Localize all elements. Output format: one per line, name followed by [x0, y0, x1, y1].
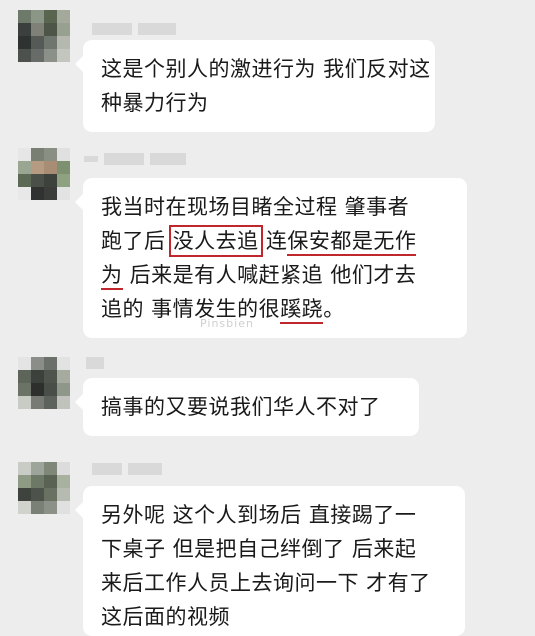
- red-underline: 为: [101, 263, 123, 290]
- message-text-line: 这是个别人的激进行为 我们反对这: [101, 57, 431, 81]
- sender-name-blurred: [84, 152, 186, 166]
- message-text-line: 这后面的视频: [101, 605, 230, 629]
- avatar[interactable]: [18, 462, 70, 514]
- text-fragment: 连: [258, 229, 288, 253]
- red-underline: 保安都是无作: [287, 229, 417, 256]
- message-text-line: 搞事的又要说我们华人不对了: [101, 395, 381, 419]
- message-text-line: 来后工作人员上去询问一下 才有了: [101, 571, 431, 595]
- message-text-line: 下桌子 但是把自己绊倒了 后来起: [101, 537, 417, 561]
- watermark: Pinsbien: [200, 317, 254, 330]
- message-bubble[interactable]: 搞事的又要说我们华人不对了: [75, 378, 419, 436]
- avatar[interactable]: [18, 148, 70, 200]
- message-text-line: 为 后来是有人喊赶紧追 他们才去: [101, 258, 449, 292]
- message-bubble[interactable]: 另外呢 这个人到场后 直接踢了一 下桌子 但是把自己绊倒了 后来起 来后工作人员…: [75, 486, 465, 636]
- red-underline: 蹊跷: [280, 297, 324, 324]
- sender-name-blurred: [92, 462, 162, 476]
- text-fragment: 。: [323, 297, 345, 321]
- sender-name-blurred: [92, 22, 176, 36]
- message-text-line: 种暴力行为: [101, 91, 209, 115]
- message-text-line: 追的 事情发生的很蹊跷。: [101, 292, 449, 326]
- avatar[interactable]: [18, 357, 70, 409]
- message-text-line: 跑了后 没人去追 连保安都是无作: [101, 224, 449, 258]
- message-bubble[interactable]: 这是个别人的激进行为 我们反对这 种暴力行为: [75, 40, 435, 132]
- sender-name-blurred: [86, 356, 104, 370]
- message-text-line: 我当时在现场目睹全过程 肇事者: [101, 195, 410, 219]
- avatar[interactable]: [18, 10, 70, 62]
- message-text-line: 另外呢 这个人到场后 直接踢了一: [101, 503, 417, 527]
- highlight-box: 没人去追: [168, 225, 263, 257]
- text-fragment: 跑了后: [101, 229, 173, 253]
- message-bubble[interactable]: 我当时在现场目睹全过程 肇事者 跑了后 没人去追 连保安都是无作 为 后来是有人…: [75, 178, 467, 338]
- text-fragment: 后来是有人喊赶紧追 他们才去: [122, 263, 417, 287]
